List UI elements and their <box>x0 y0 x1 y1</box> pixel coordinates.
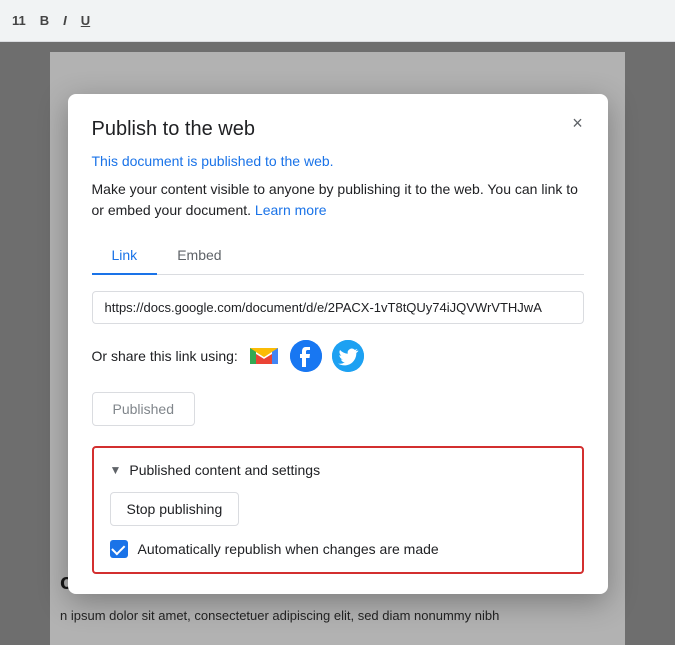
published-status-text: This document is published to the web. <box>92 153 584 169</box>
bold-button[interactable]: B <box>36 11 53 30</box>
facebook-share-icon[interactable] <box>290 340 322 372</box>
republish-checkbox[interactable] <box>110 540 128 558</box>
settings-header[interactable]: ▼ Published content and settings <box>110 462 566 478</box>
tab-embed[interactable]: Embed <box>157 237 241 275</box>
published-button-area: Published <box>92 392 584 446</box>
modal-overlay: Publish to the web × This document is pu… <box>0 42 675 645</box>
dialog-title: Publish to the web <box>92 118 584 141</box>
settings-header-text: Published content and settings <box>129 462 320 478</box>
stop-publishing-button[interactable]: Stop publishing <box>110 492 240 526</box>
settings-section: ▼ Published content and settings Stop pu… <box>92 446 584 574</box>
publish-dialog: Publish to the web × This document is pu… <box>68 94 608 594</box>
close-button[interactable]: × <box>564 110 592 138</box>
underline-button[interactable]: U <box>77 11 94 30</box>
toolbar: 11 B I U <box>0 0 675 42</box>
republish-checkbox-label: Automatically republish when changes are… <box>138 541 439 557</box>
description-text: Make your content visible to anyone by p… <box>92 179 584 221</box>
twitter-share-icon[interactable] <box>332 340 364 372</box>
italic-button[interactable]: I <box>59 11 71 30</box>
share-label: Or share this link using: <box>92 348 238 364</box>
learn-more-link[interactable]: Learn more <box>255 202 327 218</box>
url-input[interactable] <box>92 291 584 324</box>
close-icon: × <box>572 113 583 134</box>
font-size: 11 <box>8 11 30 30</box>
gmail-share-icon[interactable] <box>248 340 280 372</box>
tab-link[interactable]: Link <box>92 237 158 275</box>
share-row: Or share this link using: <box>92 340 584 372</box>
chevron-down-icon: ▼ <box>110 463 122 477</box>
tab-bar: Link Embed <box>92 237 584 275</box>
published-status-button: Published <box>92 392 196 426</box>
republish-checkbox-row: Automatically republish when changes are… <box>110 540 566 558</box>
